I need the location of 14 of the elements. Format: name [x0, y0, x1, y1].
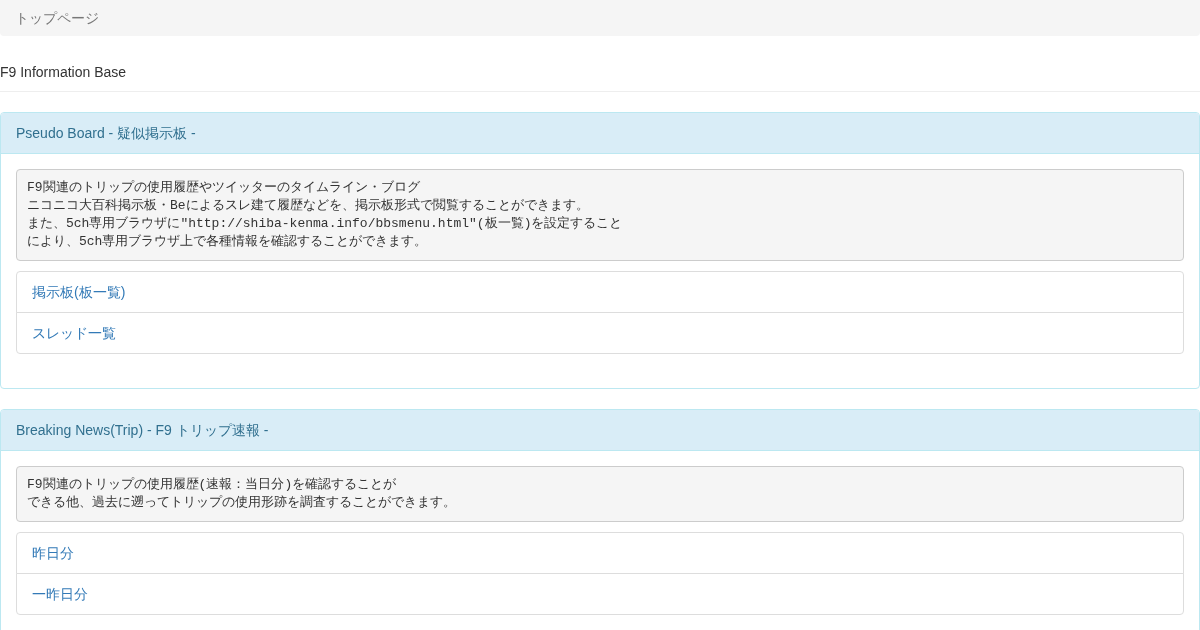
panel-heading: Breaking News(Trip) - F9 トリップ速報 - — [1, 410, 1199, 451]
description-line: できる他、過去に遡ってトリップの使用形跡を調査することができます。 — [27, 494, 456, 512]
description-line: により、5ch専用ブラウザ上で各種情報を確認することができます。 — [27, 233, 428, 251]
list-link[interactable]: スレッド一覧 — [16, 312, 1184, 354]
description-line: また、5ch専用ブラウザに"http://shiba-kenma.info/bbsmenu.html"(板一覧)を設定すること — [27, 215, 623, 233]
panel-heading: Pseudo Board - 疑似掲示板 - — [1, 113, 1199, 154]
breadcrumb-item: トップページ — [15, 9, 99, 28]
page-title: F9 Information Base — [0, 63, 128, 82]
list-link[interactable]: 掲示板(板一覧) — [16, 271, 1184, 313]
list-link[interactable]: 昨日分 — [16, 532, 1184, 574]
description-line: ニコニコ大百科掲示板・Beによるスレ建て履歴などを、掲示板形式で閲覧することができます。 — [27, 197, 589, 215]
description-line: F9関連のトリップの使用履歴(速報：当日分)を確認することが — [27, 476, 397, 494]
list-link[interactable]: 一昨日分 — [16, 573, 1184, 615]
description-line: F9関連のトリップの使用履歴やツイッターのタイムライン・ブログ — [27, 179, 420, 197]
